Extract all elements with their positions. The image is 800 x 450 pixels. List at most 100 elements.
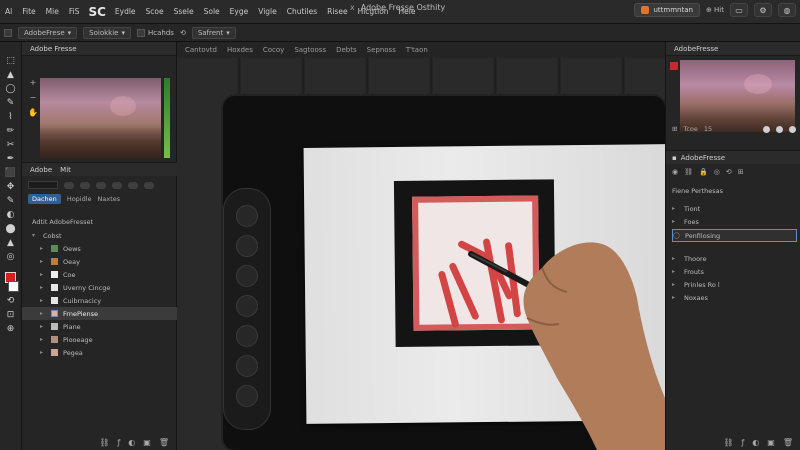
chevron-right-icon[interactable]: ▸ [40, 297, 46, 304]
menu-brand-small[interactable]: Al [0, 7, 17, 16]
hand-icon[interactable]: ✋ [28, 108, 38, 117]
account-text[interactable]: ⊕ Hit [706, 6, 724, 14]
navigator-header[interactable]: Adobe Fresse [22, 42, 176, 56]
chevron-right-icon[interactable]: ▸ [672, 294, 678, 301]
mask-icon[interactable]: ◐ [128, 438, 135, 447]
tab-2[interactable]: Hoxdes [227, 46, 253, 54]
move-tool-icon[interactable]: ✥ [4, 182, 18, 192]
eye-icon[interactable]: ◉ [672, 168, 678, 176]
layer-tool-2-icon[interactable] [80, 181, 90, 189]
workspace-switcher[interactable]: uttmmntan [634, 3, 700, 17]
menu-item-8[interactable]: Risee [322, 7, 352, 16]
right-panel-header[interactable]: AdobeFresse [666, 42, 800, 56]
layer-tool-4-icon[interactable] [112, 181, 122, 189]
menu-item-6[interactable]: Vigle [253, 7, 282, 16]
options-tool-preset[interactable] [4, 28, 12, 37]
tab-7[interactable]: T'taon [406, 46, 428, 54]
help-icon[interactable] [789, 125, 796, 133]
chevron-right-icon[interactable]: ▸ [40, 310, 46, 317]
chevron-right-icon[interactable]: ▸ [672, 255, 678, 262]
menu-item-fis[interactable]: FiS [64, 7, 85, 16]
chevron-right-icon[interactable]: ▸ [40, 323, 46, 330]
menu-item-edit[interactable]: Mie [41, 7, 64, 16]
layer-row[interactable]: ▸ Uverny Cincge [22, 281, 177, 294]
pen-tool-icon[interactable]: ✒ [4, 154, 18, 164]
prop-item[interactable]: ▸ Thoore [666, 252, 800, 265]
option-hand[interactable]: Hcahds [137, 28, 174, 37]
tab-5[interactable]: Debts [336, 46, 357, 54]
trash-icon[interactable]: 🗑 [159, 438, 169, 447]
preview-grid-icon[interactable]: ⊞ [672, 125, 677, 133]
close-icon[interactable]: x [350, 3, 355, 12]
zoom-tool-icon[interactable]: ⊕ [4, 324, 18, 334]
zoom-in-icon[interactable]: + [30, 78, 37, 87]
background-color-swatch[interactable] [8, 281, 19, 292]
menu-item-5[interactable]: Eyge [225, 7, 254, 16]
layout-icon[interactable]: ▭ [730, 3, 748, 17]
subtab-naxtes[interactable]: Naxtes [98, 195, 121, 203]
canvas-area[interactable] [177, 58, 665, 450]
fx-icon[interactable]: ƒ [741, 438, 744, 447]
shape-tool-icon[interactable]: ⬤ [4, 224, 18, 234]
chevron-right-icon[interactable]: ▸ [672, 205, 678, 212]
menu-item-4[interactable]: Sole [199, 7, 225, 16]
tab-4[interactable]: Sagtooss [294, 46, 326, 54]
prop-item[interactable]: ▸ Prinles Ro l [666, 278, 800, 291]
menu-item-2[interactable]: Scoe [141, 7, 169, 16]
subtab-dachen[interactable]: Dachen [28, 194, 61, 204]
info-icon[interactable] [776, 125, 783, 133]
layer-row-selected[interactable]: ▸ FrnePiense [22, 307, 177, 320]
tab-1[interactable]: Cantovtd [185, 46, 217, 54]
chevron-down-icon[interactable]: ▾ [32, 232, 38, 239]
refresh-icon[interactable]: ⟲ [726, 168, 732, 176]
link-icon[interactable]: ⛓ [684, 168, 693, 176]
gear-icon[interactable]: ⚙ [754, 3, 772, 17]
link-icon[interactable]: ⛓ [723, 438, 733, 447]
layer-row[interactable]: ▸ Oeay [22, 255, 177, 268]
menu-item-7[interactable]: Chutiles [282, 7, 322, 16]
zoom-out-icon[interactable]: − [30, 93, 37, 102]
prop-item[interactable]: ▸ Foes [666, 215, 800, 228]
new-icon[interactable]: ▣ [767, 438, 775, 447]
subtab-hopidle[interactable]: Hopidle [67, 195, 92, 203]
fx-icon[interactable]: ƒ [117, 438, 120, 447]
brush-preset-select[interactable]: AdobeFrese ▾ [18, 26, 78, 39]
chevron-right-icon[interactable]: ▸ [672, 268, 678, 275]
layer-row[interactable]: ▸ Coe [22, 268, 177, 281]
link-icon[interactable]: ⛓ [99, 438, 109, 447]
trash-icon[interactable]: 🗑 [783, 438, 793, 447]
tab-3[interactable]: Cocoy [263, 46, 284, 54]
menu-item-1[interactable]: Eydle [110, 7, 141, 16]
layer-filter-field[interactable] [28, 181, 58, 189]
brush-tool-icon[interactable]: ✎ [4, 98, 18, 108]
layer-row[interactable]: ▸ Piane [22, 320, 177, 333]
target-tool-icon[interactable]: ◎ [4, 252, 18, 262]
prop-item[interactable]: ▸ Noxaes [666, 291, 800, 304]
tab-6[interactable]: Sepnoss [367, 46, 396, 54]
chevron-right-icon[interactable]: ▸ [40, 258, 46, 265]
layer-row[interactable]: ▸ Oews [22, 242, 177, 255]
prop-item-selected[interactable]: ◯ Penfilosing [672, 229, 797, 242]
lock-icon[interactable]: 🔒 [699, 168, 708, 176]
marquee-tool-icon[interactable]: ⬚ [4, 56, 18, 66]
layer-tool-1-icon[interactable] [64, 181, 74, 189]
layer-tool-3-icon[interactable] [96, 181, 106, 189]
prop-item[interactable]: ▸ Frouts [666, 265, 800, 278]
chevron-right-icon[interactable]: ▸ [672, 281, 678, 288]
chevron-right-icon[interactable]: ▸ [40, 349, 46, 356]
select-tool-icon[interactable]: ▲ [4, 70, 18, 80]
tab-layers[interactable]: Adobe [30, 166, 52, 174]
fill-tool-icon[interactable]: ⬛ [4, 168, 18, 178]
properties-header[interactable]: ▪ AdobeFresse [666, 150, 800, 164]
frame-tool-icon[interactable]: ⊡ [4, 310, 18, 320]
layer-tool-6-icon[interactable] [144, 181, 154, 189]
mask-icon[interactable]: ◐ [752, 438, 759, 447]
saved-button[interactable]: Safrent ▾ [191, 26, 236, 39]
pencil-tool-icon[interactable]: ✏ [4, 126, 18, 136]
chevron-right-icon[interactable]: ▸ [40, 271, 46, 278]
menu-item-3[interactable]: Ssele [169, 7, 199, 16]
blend-tool-icon[interactable]: ◐ [4, 210, 18, 220]
chevron-right-icon[interactable]: ▸ [40, 245, 46, 252]
layer-row[interactable]: ▸ Cuibrnacicy [22, 294, 177, 307]
prop-item[interactable]: ▸ Tiont [666, 202, 800, 215]
